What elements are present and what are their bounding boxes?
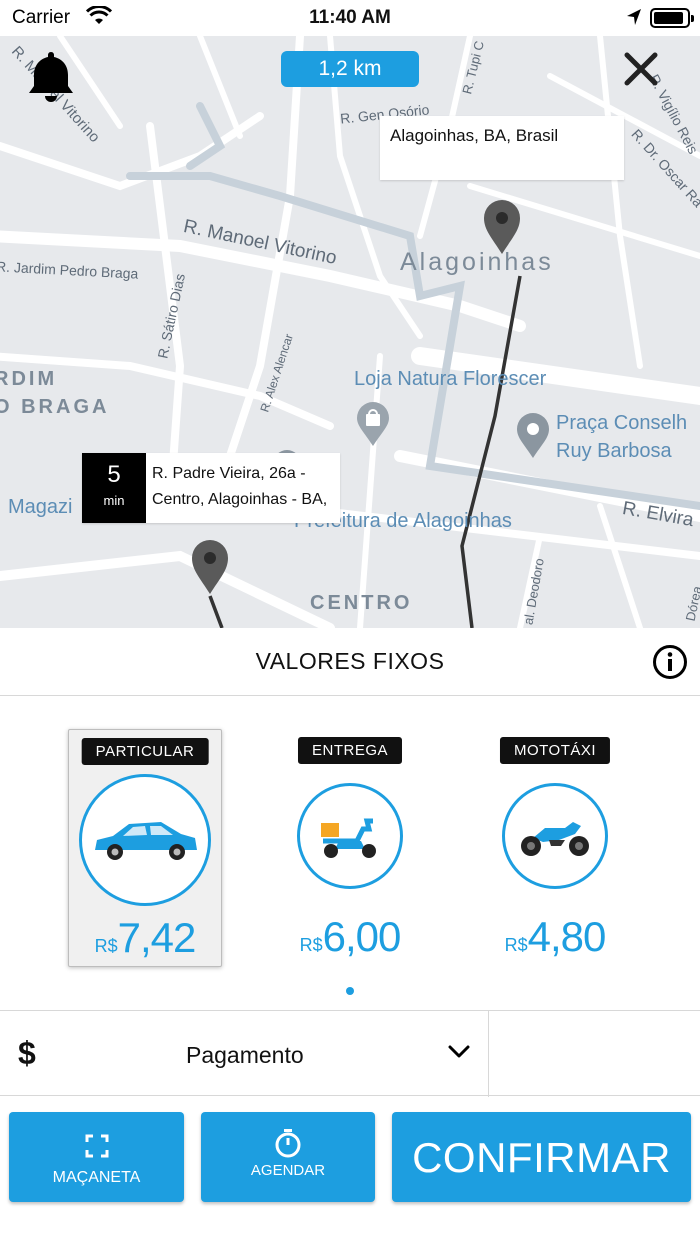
map-view[interactable]: Alagoinhas R. Manoel Vitorino R. Manoel … bbox=[0, 36, 700, 628]
payment-selector[interactable]: $ Pagamento bbox=[0, 1010, 700, 1097]
vehicle-tag: PARTICULAR bbox=[81, 738, 209, 765]
vehicle-price: R$6,00 bbox=[273, 913, 427, 961]
currency-symbol: R$ bbox=[504, 935, 528, 955]
confirm-button[interactable]: CONFIRMAR bbox=[392, 1112, 691, 1202]
page-indicator-dot[interactable] bbox=[346, 987, 354, 995]
currency-symbol: R$ bbox=[94, 936, 118, 956]
distance-badge: 1,2 km bbox=[281, 51, 419, 87]
origin-callout[interactable]: 5 min R. Padre Vieira, 26a - Centro, Ala… bbox=[82, 453, 340, 523]
battery-icon bbox=[650, 8, 694, 28]
vehicle-icon-circle bbox=[79, 774, 211, 906]
status-bar: Carrier 11:40 AM bbox=[0, 0, 700, 36]
vehicle-card-entrega[interactable]: ENTREGA R$6,00 bbox=[273, 729, 427, 967]
vehicle-tag: ENTREGA bbox=[297, 737, 403, 764]
location-arrow-icon bbox=[627, 9, 641, 25]
map-label-area: CENTRO bbox=[310, 592, 413, 614]
delivery-scooter-icon bbox=[321, 818, 376, 858]
destination-pin-icon[interactable] bbox=[482, 198, 522, 256]
price-value: 7,42 bbox=[117, 914, 197, 961]
vehicle-tag: MOTOTÁXI bbox=[499, 737, 611, 764]
section-title: VALORES FIXOS bbox=[255, 648, 445, 674]
currency-symbol: R$ bbox=[299, 935, 323, 955]
map-label-area: RDIM bbox=[0, 368, 58, 390]
vehicle-price: R$7,42 bbox=[69, 914, 221, 962]
scan-frame-icon bbox=[85, 1134, 108, 1158]
vehicle-icon-circle bbox=[297, 783, 403, 889]
agendar-label: AGENDAR bbox=[250, 1162, 326, 1179]
map-label-poi: Praça Conselh bbox=[556, 412, 688, 434]
destination-address: Alagoinhas, BA, Brasil bbox=[390, 126, 559, 145]
map-label-area: O BRAGA bbox=[0, 396, 110, 418]
fixed-values-header: VALORES FIXOS bbox=[0, 628, 700, 696]
map-label-poi: Magazi bbox=[8, 496, 73, 518]
clock: 11:40 AM bbox=[309, 7, 391, 28]
action-bar: MAÇANETA AGENDAR CONFIRMAR bbox=[0, 1097, 700, 1244]
agendar-button[interactable]: AGENDAR bbox=[201, 1112, 375, 1202]
vehicle-icon-circle bbox=[502, 783, 608, 889]
shopping-poi-icon[interactable] bbox=[356, 402, 390, 448]
vehicle-card-particular[interactable]: PARTICULAR R$7,42 bbox=[68, 729, 222, 967]
price-value: 4,80 bbox=[527, 913, 607, 960]
origin-pin-icon[interactable] bbox=[190, 538, 230, 596]
divider bbox=[488, 1011, 489, 1097]
eta-value: 5 bbox=[107, 461, 121, 488]
eta-box: 5 min bbox=[82, 453, 146, 523]
eta-unit: min bbox=[103, 493, 125, 508]
timer-icon bbox=[275, 1129, 301, 1158]
notification-bell-icon[interactable] bbox=[26, 50, 76, 106]
motorcycle-icon bbox=[521, 822, 589, 856]
dollar-icon: $ bbox=[18, 1035, 36, 1071]
battery-level bbox=[654, 12, 684, 24]
poi-pin-icon[interactable] bbox=[516, 412, 550, 460]
payment-label: Pagamento bbox=[186, 1042, 304, 1068]
origin-address: R. Padre Vieira, 26a - Centro, Alagoinha… bbox=[152, 465, 328, 508]
vehicle-options: PARTICULAR R$7,42 ENTREGA R$6,00 MOTOTÁX… bbox=[0, 697, 700, 1009]
confirm-label: CONFIRMAR bbox=[412, 1134, 671, 1181]
macaneta-button[interactable]: MAÇANETA bbox=[9, 1112, 184, 1202]
price-value: 6,00 bbox=[322, 913, 402, 960]
vehicle-card-mototaxi[interactable]: MOTOTÁXI R$4,80 bbox=[478, 729, 632, 967]
chevron-down-icon[interactable] bbox=[448, 1045, 470, 1059]
destination-callout[interactable]: Alagoinhas, BA, Brasil bbox=[380, 116, 624, 180]
map-label-poi: Loja Natura Florescer bbox=[354, 368, 547, 390]
car-icon bbox=[95, 822, 197, 860]
macaneta-label: MAÇANETA bbox=[52, 1169, 141, 1186]
map-label-city: Alagoinhas bbox=[400, 248, 554, 276]
vehicle-price: R$4,80 bbox=[478, 913, 632, 961]
close-icon[interactable] bbox=[624, 52, 658, 86]
map-label-poi: Ruy Barbosa bbox=[556, 440, 672, 462]
info-icon[interactable] bbox=[652, 644, 688, 680]
